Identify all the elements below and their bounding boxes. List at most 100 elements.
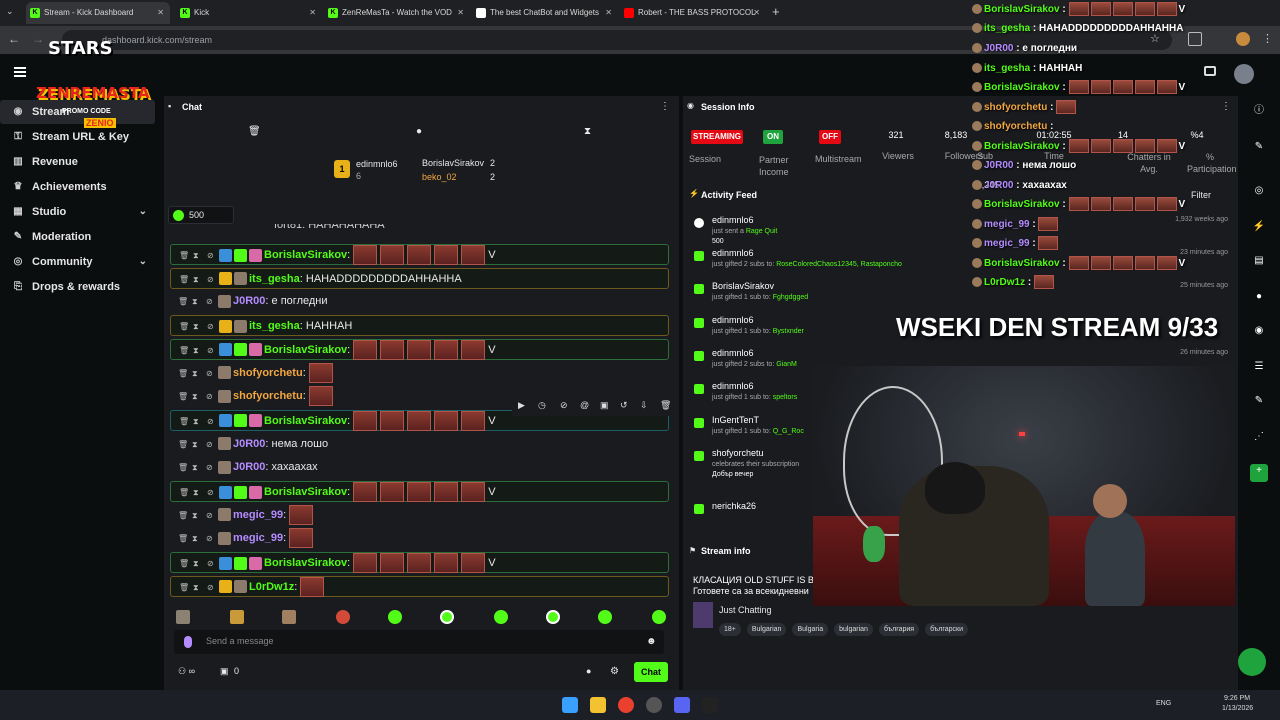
tab-youtube[interactable]: Robert - THE BASS PROTOCOL ✕ [620, 2, 766, 24]
emote-icon[interactable] [652, 610, 666, 624]
activity-user[interactable]: shofyorchetu [712, 448, 764, 458]
ban-icon[interactable]: ⊘ [207, 269, 214, 290]
activity-user[interactable]: edinmnlo6 [712, 381, 754, 391]
hamburger-menu-icon[interactable] [14, 67, 26, 77]
new-tab-icon[interactable]: + [772, 4, 780, 19]
close-icon[interactable]: ✕ [753, 2, 760, 24]
chat-message[interactable]: 🗑 ⧗ ⊘ BorislavSirakov: V [170, 244, 669, 266]
chat-send-button[interactable]: Chat [634, 662, 668, 682]
ban-icon[interactable]: ⊘ [206, 434, 213, 455]
tab-list-icon[interactable]: ⌄ [6, 6, 20, 20]
undo-icon[interactable]: ↺ [620, 400, 628, 411]
tab-chatbot[interactable]: The best ChatBot and Widgets ✕ [472, 2, 618, 24]
file-explorer-icon[interactable] [590, 697, 606, 713]
chat-username[interactable]: shofyorchetu [233, 367, 303, 379]
close-icon[interactable]: ✕ [157, 2, 164, 24]
chat-username[interactable]: shofyorchetu [233, 390, 303, 402]
share-icon[interactable]: ⋰ [1252, 430, 1266, 444]
chat-username[interactable]: megic_99 [233, 509, 283, 521]
ban-icon[interactable]: ⊘ [207, 316, 214, 337]
timeout-icon[interactable]: ⧗ [192, 363, 198, 384]
sidebar-item-moderation[interactable]: ✎ Moderation [0, 225, 155, 249]
timeout-icon[interactable]: ⧗ [192, 291, 198, 312]
delete-icon[interactable]: 🗑 [178, 505, 188, 526]
delete-icon[interactable]: 🗑 [179, 411, 189, 432]
timeout-icon[interactable]: ⧗ [193, 577, 199, 598]
ban-icon[interactable]: ⊘ [207, 482, 214, 503]
activity-user[interactable]: edinmnlo6 [712, 248, 754, 258]
tab-kick[interactable]: K Kick ✕ [176, 2, 322, 24]
chat-message[interactable]: 🗑 ⧗ ⊘ megic_99: [170, 528, 669, 549]
timeout-icon[interactable]: ⧗ [193, 316, 199, 337]
chat-message[interactable]: 🗑 ⧗ ⊘ its_gesha: HAHADDDDDDDDDAHHAHHA [170, 267, 669, 290]
back-icon[interactable]: ← [8, 32, 20, 46]
clock-date[interactable]: 1/13/2026 [1222, 705, 1253, 712]
ban-icon[interactable]: ⊘ [206, 528, 213, 549]
delete-icon[interactable]: 🗑 [179, 482, 189, 503]
close-icon[interactable]: ✕ [309, 2, 316, 24]
delete-icon[interactable]: 🗑 [178, 528, 188, 549]
pin-icon[interactable]: ⇩ [640, 400, 648, 411]
terminal-icon[interactable] [702, 697, 718, 713]
timeout-icon[interactable]: ⧗ [193, 482, 199, 503]
sidebar-item-studio[interactable]: ▦ Studio ⌄ [0, 200, 155, 224]
activity-user[interactable]: InGentTenT [712, 415, 759, 425]
language-indicator[interactable]: ENG [1156, 700, 1171, 707]
chat-message[interactable]: 🗑 ⧗ ⊘ L0rDw1z: [170, 575, 669, 598]
list-icon[interactable]: ☰ [1252, 360, 1266, 374]
copy-icon[interactable]: ▣ [600, 400, 609, 411]
timeout-icon[interactable]: ⧗ [192, 457, 198, 478]
wrench-icon[interactable]: ✎ [1252, 394, 1266, 408]
delete-icon[interactable]: 🗑 [178, 363, 188, 384]
chrome-icon[interactable] [618, 697, 634, 713]
add-widget-icon[interactable]: + [1250, 464, 1268, 482]
pinned-gift-pill[interactable]: 500 [168, 206, 234, 224]
trash-icon[interactable]: 🗑 [248, 126, 261, 137]
timeout-icon[interactable]: ⧗ [193, 245, 199, 266]
emote-icon[interactable] [176, 610, 190, 624]
chat-username[interactable]: L0rDw1z [249, 581, 294, 593]
chat-message[interactable]: 🗑 ⧗ ⊘ J0R00: хахаахах [170, 457, 669, 478]
close-icon[interactable]: ✕ [605, 2, 612, 24]
delete-icon[interactable]: 🗑 [178, 291, 188, 312]
obs-icon[interactable] [646, 697, 662, 713]
emoji-icon[interactable]: ☻ [646, 636, 657, 647]
chat-message[interactable]: 🗑 ⧗ ⊘ J0R00: е погледни [170, 291, 669, 312]
chat-message[interactable]: 🗑 ⧗ ⊘ its_gesha: HAHHAH [170, 315, 669, 337]
emote-icon[interactable] [598, 610, 612, 624]
ban-icon[interactable]: ⊘ [206, 291, 213, 312]
sidebar-item-community[interactable]: ◎ Community ⌄ [0, 250, 155, 274]
gear-icon[interactable]: ⚙ [610, 666, 619, 677]
ban-icon[interactable]: ⊘ [207, 553, 214, 574]
timeout-icon[interactable]: ⧗ [192, 505, 198, 526]
chat-message[interactable]: 🗑 ⧗ ⊘ J0R00: нема лошо [170, 434, 669, 455]
emote-icon[interactable] [546, 610, 560, 624]
chat-username[interactable]: BorislavSirakov [264, 344, 347, 356]
timeout-icon[interactable]: ⧗ [192, 528, 198, 549]
mention-icon[interactable]: @ [580, 400, 589, 410]
activity-user[interactable]: edinmnlo6 [712, 348, 754, 358]
timeout-icon[interactable]: ⧗ [192, 434, 198, 455]
tab-kick-dashboard[interactable]: K Stream - Kick Dashboard ✕ [26, 2, 170, 24]
emote-icon[interactable] [494, 610, 508, 624]
stream-tag[interactable]: 18+ [719, 623, 741, 636]
ban-icon[interactable]: ⊘ [206, 505, 213, 526]
stream-tag[interactable]: български [925, 623, 968, 636]
chat-username[interactable]: BorislavSirakov [264, 415, 347, 427]
chat-username[interactable]: its_gesha [249, 320, 300, 332]
support-button[interactable] [1238, 648, 1266, 676]
broadcast-icon[interactable]: ◉ [1252, 324, 1266, 338]
clock-time[interactable]: 9:26 PM [1224, 695, 1250, 702]
activity-user[interactable]: nerichka26 [712, 501, 756, 511]
emote-icon[interactable] [388, 610, 402, 624]
emote-icon[interactable] [336, 610, 350, 624]
emote-icon[interactable] [282, 610, 296, 624]
chat-username[interactable]: megic_99 [233, 532, 283, 544]
delete-icon[interactable]: 🗑 [179, 245, 189, 266]
ban-icon[interactable]: ⊘ [206, 457, 213, 478]
chat-message[interactable]: 🗑 ⧗ ⊘ BorislavSirakov: V [170, 338, 669, 360]
tab-zenremasta-vod[interactable]: K ZenReMasTa - Watch the VOD ✕ [324, 2, 470, 24]
delete-icon[interactable]: 🗑 [178, 386, 188, 407]
timeout-icon[interactable]: ⧗ [193, 553, 199, 574]
chat-message[interactable]: 🗑 ⧗ ⊘ megic_99: [170, 504, 669, 526]
